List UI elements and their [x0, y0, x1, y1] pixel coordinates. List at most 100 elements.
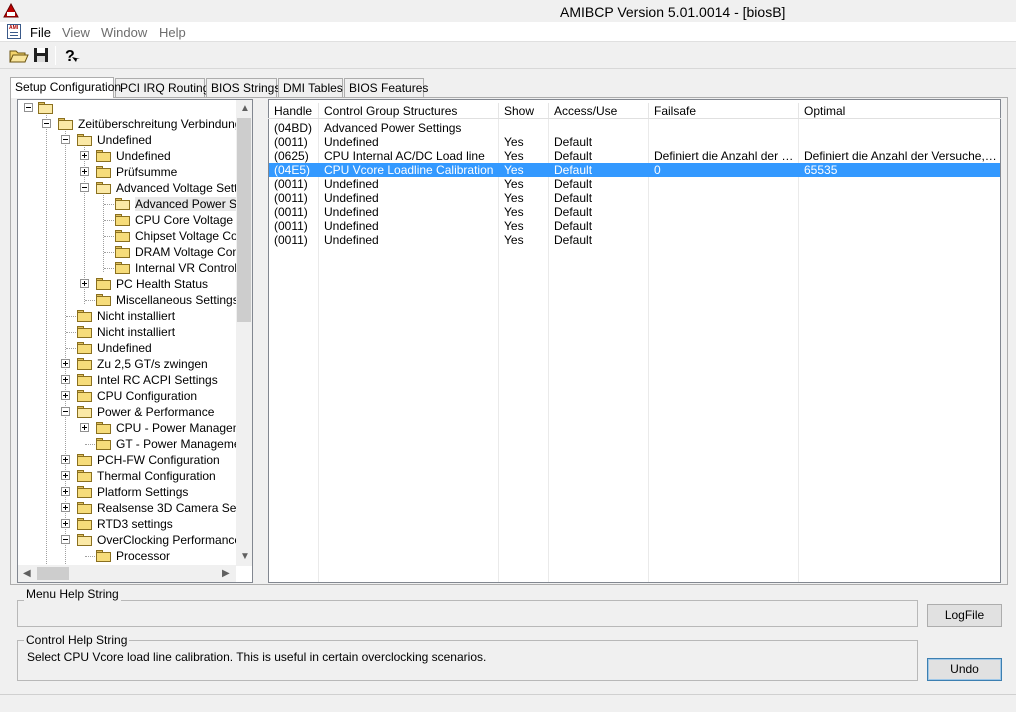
folder-icon — [77, 390, 93, 402]
cell-access-use: Default — [554, 233, 593, 247]
cell-show: Yes — [504, 233, 524, 247]
cell-failsafe — [649, 135, 799, 149]
menu-help-title: Menu Help String — [24, 587, 121, 601]
table-row[interactable]: (0625) CPU Internal AC/DC Load line Yes … — [269, 149, 1000, 163]
setup-tree[interactable]: Zeitüberschreitung Verbindungsau Undefin… — [17, 99, 253, 583]
menu-window[interactable]: Window — [101, 25, 147, 40]
table-row[interactable]: (0011) Undefined Yes Default — [269, 233, 1000, 247]
scroll-up-arrow-icon[interactable]: ▲ — [240, 103, 250, 115]
folder-icon — [115, 246, 131, 258]
logfile-button[interactable]: LogFile — [927, 604, 1002, 627]
cell-failsafe — [649, 233, 799, 247]
folder-icon — [77, 374, 93, 386]
tab-pci-irq-routing[interactable]: PCI IRQ Routing — [115, 78, 209, 97]
folder-icon — [96, 438, 112, 450]
cell-control-group: Undefined — [324, 233, 379, 247]
cell-access-use: Default — [554, 177, 593, 191]
menu-help[interactable]: Help — [159, 25, 186, 40]
control-help-text: Select CPU Vcore load line calibration. … — [27, 650, 487, 664]
folder-icon — [96, 294, 112, 306]
table-row[interactable]: (0011) Undefined Yes Default — [269, 135, 1000, 149]
tab-bios-strings[interactable]: BIOS Strings — [206, 78, 280, 97]
tab-bios-features[interactable]: BIOS Features — [344, 78, 428, 97]
cell-control-group: Undefined — [324, 219, 379, 233]
cell-handle: (0011) — [274, 233, 308, 247]
menu-bar: AMI File View Window Help — [0, 22, 1016, 42]
folder-icon — [96, 150, 112, 162]
folder-icon — [58, 118, 74, 130]
toolbar: ? — [0, 43, 1016, 69]
cell-show: Yes — [504, 177, 524, 191]
folder-icon — [77, 470, 93, 482]
cell-show: Yes — [504, 205, 524, 219]
cell-optimal: Definiert die Anzahl der Versuche, die..… — [804, 149, 999, 163]
cell-optimal — [799, 191, 999, 205]
cell-optimal — [799, 177, 999, 191]
cell-handle: (0011) — [274, 205, 308, 219]
menu-help-group — [17, 600, 918, 627]
scroll-right-arrow-icon[interactable]: ▶ — [222, 568, 230, 580]
cell-show — [499, 121, 549, 135]
folder-icon — [77, 502, 93, 514]
cell-optimal — [799, 219, 999, 233]
table-row[interactable]: (0011) Undefined Yes Default — [269, 219, 1000, 233]
table-row[interactable]: (04BD) Advanced Power Settings — [269, 121, 1000, 135]
control-help-title: Control Help String — [24, 633, 130, 647]
menu-view[interactable]: View — [62, 25, 90, 40]
table-row[interactable]: (0011) Undefined Yes Default — [269, 177, 1000, 191]
cell-handle: (04E5) — [274, 163, 311, 177]
cell-control-group: Advanced Power Settings — [324, 121, 462, 135]
table-row[interactable]: (0011) Undefined Yes Default — [269, 191, 1000, 205]
cell-control-group: CPU Internal AC/DC Load line — [324, 149, 485, 163]
folder-icon — [96, 278, 112, 290]
document-icon[interactable]: AMI — [7, 24, 21, 39]
cell-access-use: Default — [554, 149, 593, 163]
folder-icon — [115, 262, 131, 274]
undo-button[interactable]: Undo — [927, 658, 1002, 681]
cell-optimal — [799, 135, 999, 149]
help-question-icon[interactable]: ? — [59, 45, 81, 65]
menu-file[interactable]: File — [30, 25, 51, 40]
cell-failsafe — [649, 205, 799, 219]
cell-access-use: Default — [554, 163, 593, 177]
cell-failsafe: Definiert die Anzahl der Ver... — [654, 149, 799, 163]
save-disk-icon[interactable] — [30, 45, 52, 65]
cell-optimal — [799, 121, 999, 135]
cell-handle: (0011) — [274, 177, 308, 191]
cell-optimal: 65535 — [804, 163, 838, 177]
scroll-down-arrow-icon[interactable]: ▼ — [240, 551, 250, 563]
cell-access-use: Default — [554, 191, 593, 205]
table-row-selected[interactable]: (04E5) CPU Vcore Loadline Calibration Ye… — [269, 163, 1000, 177]
open-folder-icon[interactable] — [7, 45, 29, 65]
scroll-left-arrow-icon[interactable]: ◀ — [23, 568, 31, 580]
cell-show: Yes — [504, 135, 524, 149]
tree-vertical-scroll-thumb[interactable] — [237, 118, 251, 322]
folder-icon — [115, 214, 131, 226]
table-row[interactable]: (0011) Undefined Yes Default — [269, 205, 1000, 219]
tab-setup-configuration[interactable]: Setup Configuration — [10, 77, 121, 98]
cell-failsafe — [649, 177, 799, 191]
folder-icon — [77, 310, 93, 322]
cell-show: Yes — [504, 191, 524, 205]
folder-icon — [77, 342, 93, 354]
tree-horizontal-scroll-thumb[interactable] — [37, 567, 69, 580]
tab-dmi-tables[interactable]: DMI Tables — [278, 78, 343, 97]
cell-optimal — [799, 233, 999, 247]
cell-control-group: Undefined — [324, 205, 379, 219]
folder-icon — [77, 406, 93, 418]
grid-header-divider — [268, 118, 1001, 119]
folder-icon — [77, 486, 93, 498]
status-bar — [0, 694, 1016, 712]
cell-access-use: Default — [554, 219, 593, 233]
cell-handle: (0011) — [274, 135, 308, 149]
cell-failsafe — [649, 219, 799, 233]
cell-control-group: Undefined — [324, 191, 379, 205]
cell-access-use — [549, 121, 649, 135]
cell-failsafe — [649, 191, 799, 205]
folder-icon — [77, 134, 93, 146]
cell-handle: (0011) — [274, 191, 308, 205]
folder-icon — [96, 550, 112, 562]
cell-handle: (04BD) — [274, 121, 313, 135]
cell-optimal — [799, 205, 999, 219]
folder-icon — [115, 230, 131, 242]
